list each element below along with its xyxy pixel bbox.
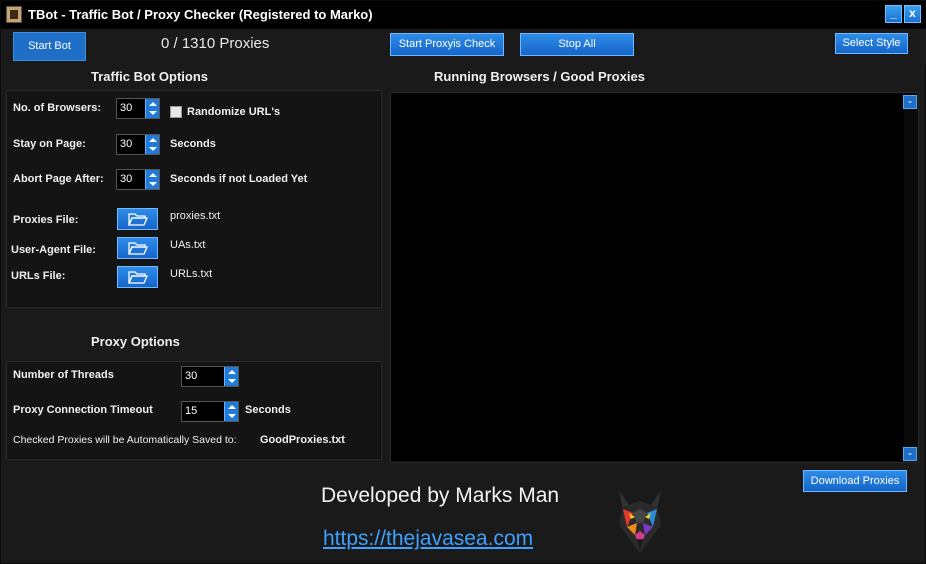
urls-file-value: URLs.txt [170, 268, 213, 280]
traffic-bot-panel: No. of Browsers: 30 Randomize URL's Stay… [6, 90, 382, 308]
start-bot-button[interactable]: Start Bot [13, 32, 86, 61]
saved-file: GoodProxies.txt [260, 434, 345, 446]
website-link[interactable]: https://thejavasea.com [323, 527, 533, 551]
saved-note: Checked Proxies will be Automatically Sa… [13, 434, 237, 446]
browsers-label: No. of Browsers: [13, 102, 102, 114]
spinner-arrows-icon[interactable] [145, 135, 159, 154]
scrollbar-track[interactable] [904, 108, 918, 447]
proxies-file-browse-button[interactable] [117, 208, 158, 230]
proxy-counter: 0 / 1310 Proxies [161, 35, 270, 52]
ua-file-label: User-Agent File: [11, 244, 96, 256]
ua-file-value: UAs.txt [170, 239, 206, 251]
folder-open-icon [128, 242, 148, 255]
timeout-value: 15 [185, 405, 198, 417]
main-window: TBot - Traffic Bot / Proxy Checker (Regi… [0, 0, 926, 564]
spinner-arrows-icon[interactable] [224, 367, 238, 386]
wolf-logo [619, 491, 661, 553]
window-title: TBot - Traffic Bot / Proxy Checker (Regi… [28, 7, 373, 22]
ua-file-browse-button[interactable] [117, 237, 158, 259]
start-proxy-check-button[interactable]: Start Proxyis Check [390, 33, 504, 56]
randomize-label: Randomize URL's [187, 106, 281, 118]
toolbar: Start Bot 0 / 1310 Proxies Start Proxyis… [1, 29, 926, 65]
folder-open-icon [128, 213, 148, 226]
urls-file-label: URLs File: [11, 270, 66, 282]
proxy-options-heading: Proxy Options [91, 334, 180, 349]
abort-page-value: 30 [120, 173, 133, 185]
developer-credit: Developed by Marks Man [321, 484, 560, 507]
folder-open-icon [128, 271, 148, 284]
abort-page-label: Abort Page After: [13, 173, 104, 185]
spinner-arrows-icon[interactable] [145, 170, 159, 189]
timeout-spinner[interactable]: 15 [181, 401, 239, 422]
minimize-button[interactable]: _ [885, 5, 902, 23]
spinner-arrows-icon[interactable] [145, 99, 159, 118]
browsers-list[interactable]: ⌄ ⌄ [390, 92, 919, 463]
abort-page-spinner[interactable]: 30 [116, 169, 160, 190]
app-icon [6, 6, 22, 23]
stay-on-page-unit: Seconds [170, 138, 216, 150]
stay-on-page-label: Stay on Page: [13, 138, 86, 150]
browsers-panel-heading: Running Browsers / Good Proxies [434, 69, 645, 84]
randomize-checkbox[interactable] [170, 106, 182, 118]
threads-spinner[interactable]: 30 [181, 366, 239, 387]
stay-on-page-value: 30 [120, 138, 133, 150]
select-style-button[interactable]: Select Style [835, 33, 908, 54]
scroll-up-icon[interactable]: ⌄ [903, 95, 917, 109]
urls-file-browse-button[interactable] [117, 266, 158, 288]
title-bar: TBot - Traffic Bot / Proxy Checker (Regi… [1, 1, 926, 29]
close-button[interactable]: x [904, 5, 921, 23]
proxies-file-label: Proxies File: [13, 214, 79, 226]
proxies-file-value: proxies.txt [170, 210, 221, 222]
stop-all-button[interactable]: Stop All [520, 33, 634, 56]
timeout-label: Proxy Connection Timeout [13, 404, 153, 416]
download-proxies-button[interactable]: Download Proxies [803, 470, 907, 492]
abort-page-unit: Seconds if not Loaded Yet [170, 173, 308, 185]
stay-on-page-spinner[interactable]: 30 [116, 134, 160, 155]
spinner-arrows-icon[interactable] [224, 402, 238, 421]
threads-value: 30 [185, 370, 198, 382]
threads-label: Number of Threads [13, 369, 114, 381]
proxy-options-panel: Number of Threads 30 Proxy Connection Ti… [6, 361, 382, 460]
browsers-value: 30 [120, 102, 133, 114]
timeout-unit: Seconds [245, 404, 291, 416]
browsers-spinner[interactable]: 30 [116, 98, 160, 119]
traffic-bot-heading: Traffic Bot Options [91, 69, 208, 84]
scroll-down-icon[interactable]: ⌄ [903, 447, 917, 461]
